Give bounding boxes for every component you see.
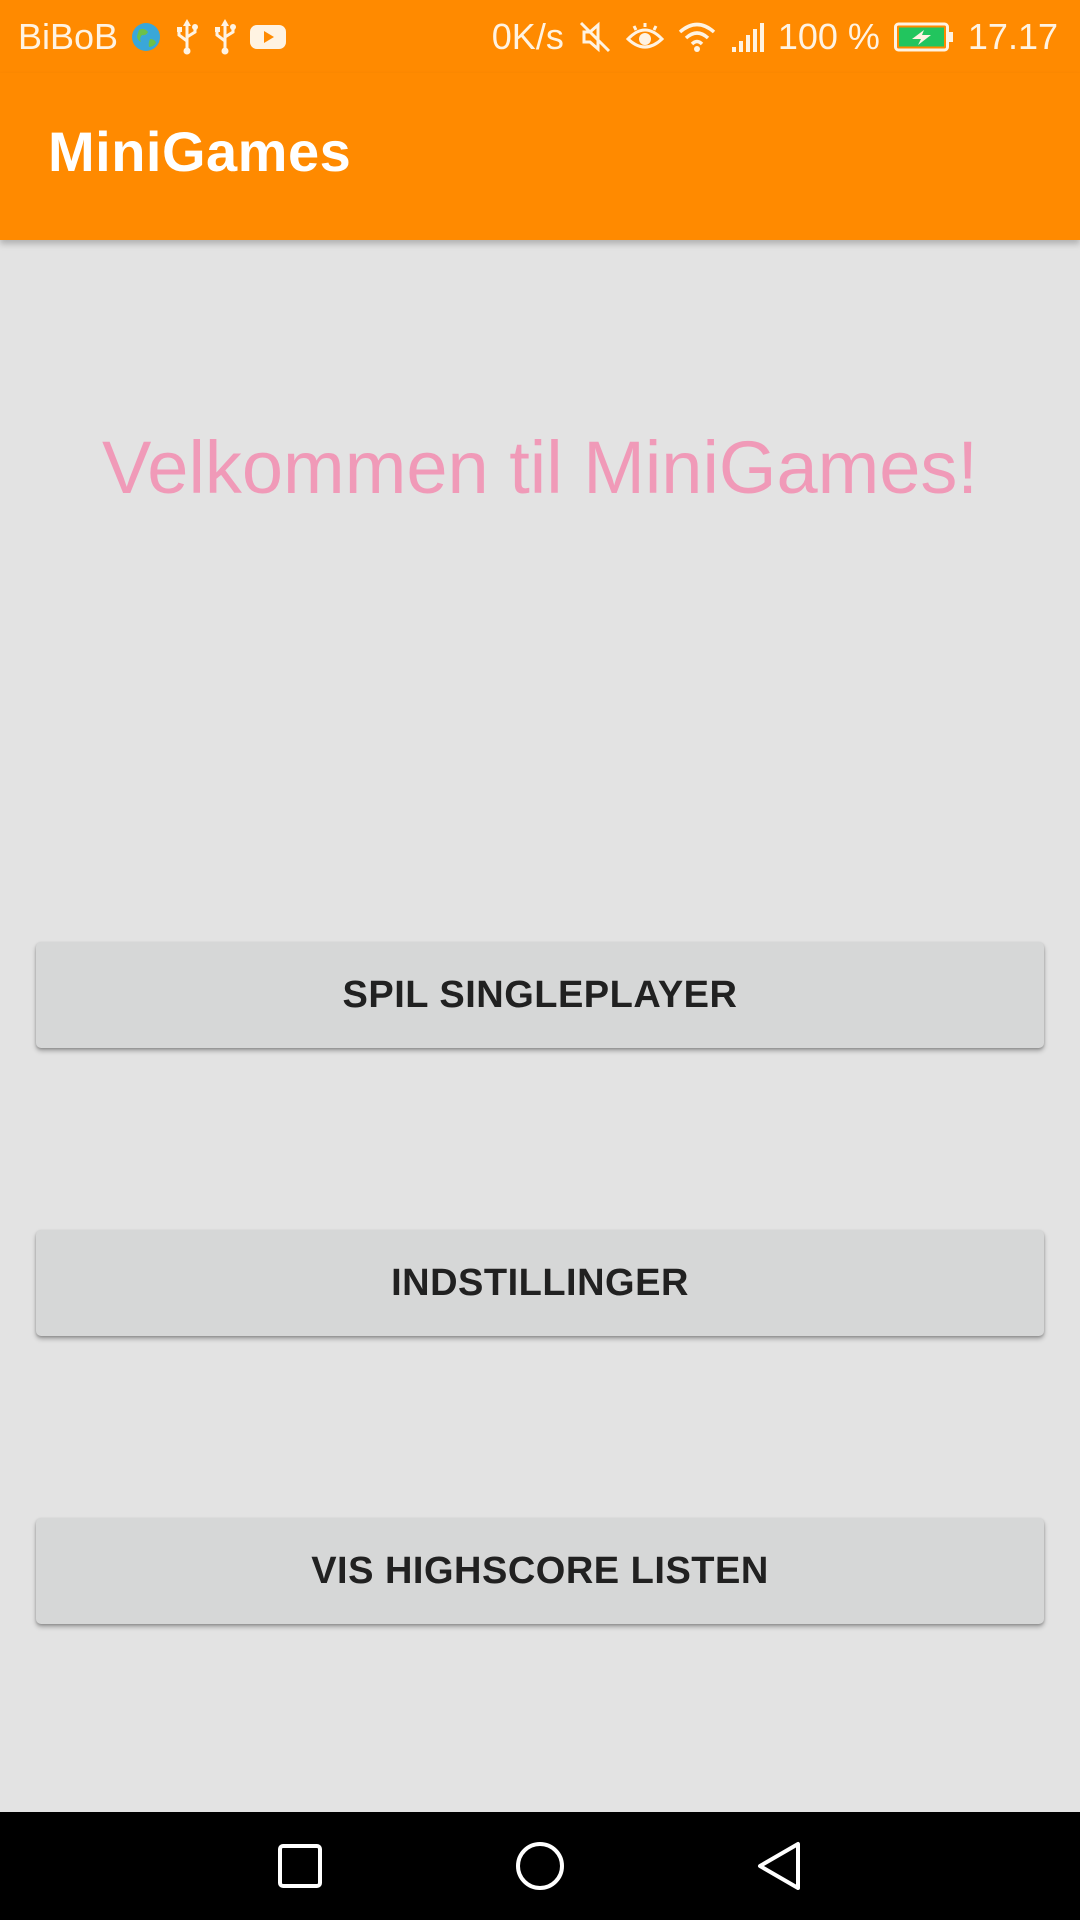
- usb-icon: [174, 17, 200, 57]
- settings-button[interactable]: INDSTILLINGER: [36, 1230, 1044, 1336]
- network-speed: 0K/s: [491, 16, 564, 57]
- back-button[interactable]: [744, 1830, 816, 1902]
- status-bar-right: 0K/s 100 % 17.17: [492, 0, 1058, 73]
- status-bar-left: BiBoB: [18, 0, 287, 73]
- recent-apps-icon: [278, 1844, 322, 1888]
- usb-icon: [212, 17, 238, 57]
- highscore-list-button[interactable]: VIS HIGHSCORE LISTEN: [36, 1518, 1044, 1624]
- welcome-heading: Velkommen til MiniGames!: [102, 426, 978, 509]
- home-icon: [516, 1842, 564, 1890]
- battery-charging-icon: [893, 17, 954, 57]
- play-singleplayer-button[interactable]: SPIL SINGLEPLAYER: [36, 942, 1044, 1048]
- app-screen: BiBoB 0K/s 100 % 17.17 MiniGames Velkomm…: [0, 0, 1080, 1920]
- youtube-icon: [250, 17, 287, 57]
- recent-apps-button[interactable]: [264, 1830, 336, 1902]
- battery-percent: 100 %: [777, 16, 880, 57]
- status-bar: BiBoB 0K/s 100 % 17.17: [0, 0, 1080, 73]
- signal-icon: [730, 17, 764, 57]
- carrier-label: BiBoB: [18, 16, 119, 57]
- eye-icon: [625, 17, 664, 57]
- mute-icon: [578, 17, 612, 57]
- back-icon: [758, 1842, 800, 1890]
- app-toolbar: MiniGames: [0, 73, 1080, 240]
- globe-icon: [130, 17, 162, 57]
- home-button[interactable]: [504, 1830, 576, 1902]
- wifi-icon: [678, 17, 716, 57]
- clock: 17.17: [967, 16, 1058, 57]
- app-title: MiniGames: [48, 120, 352, 183]
- navigation-bar: [0, 1812, 1080, 1920]
